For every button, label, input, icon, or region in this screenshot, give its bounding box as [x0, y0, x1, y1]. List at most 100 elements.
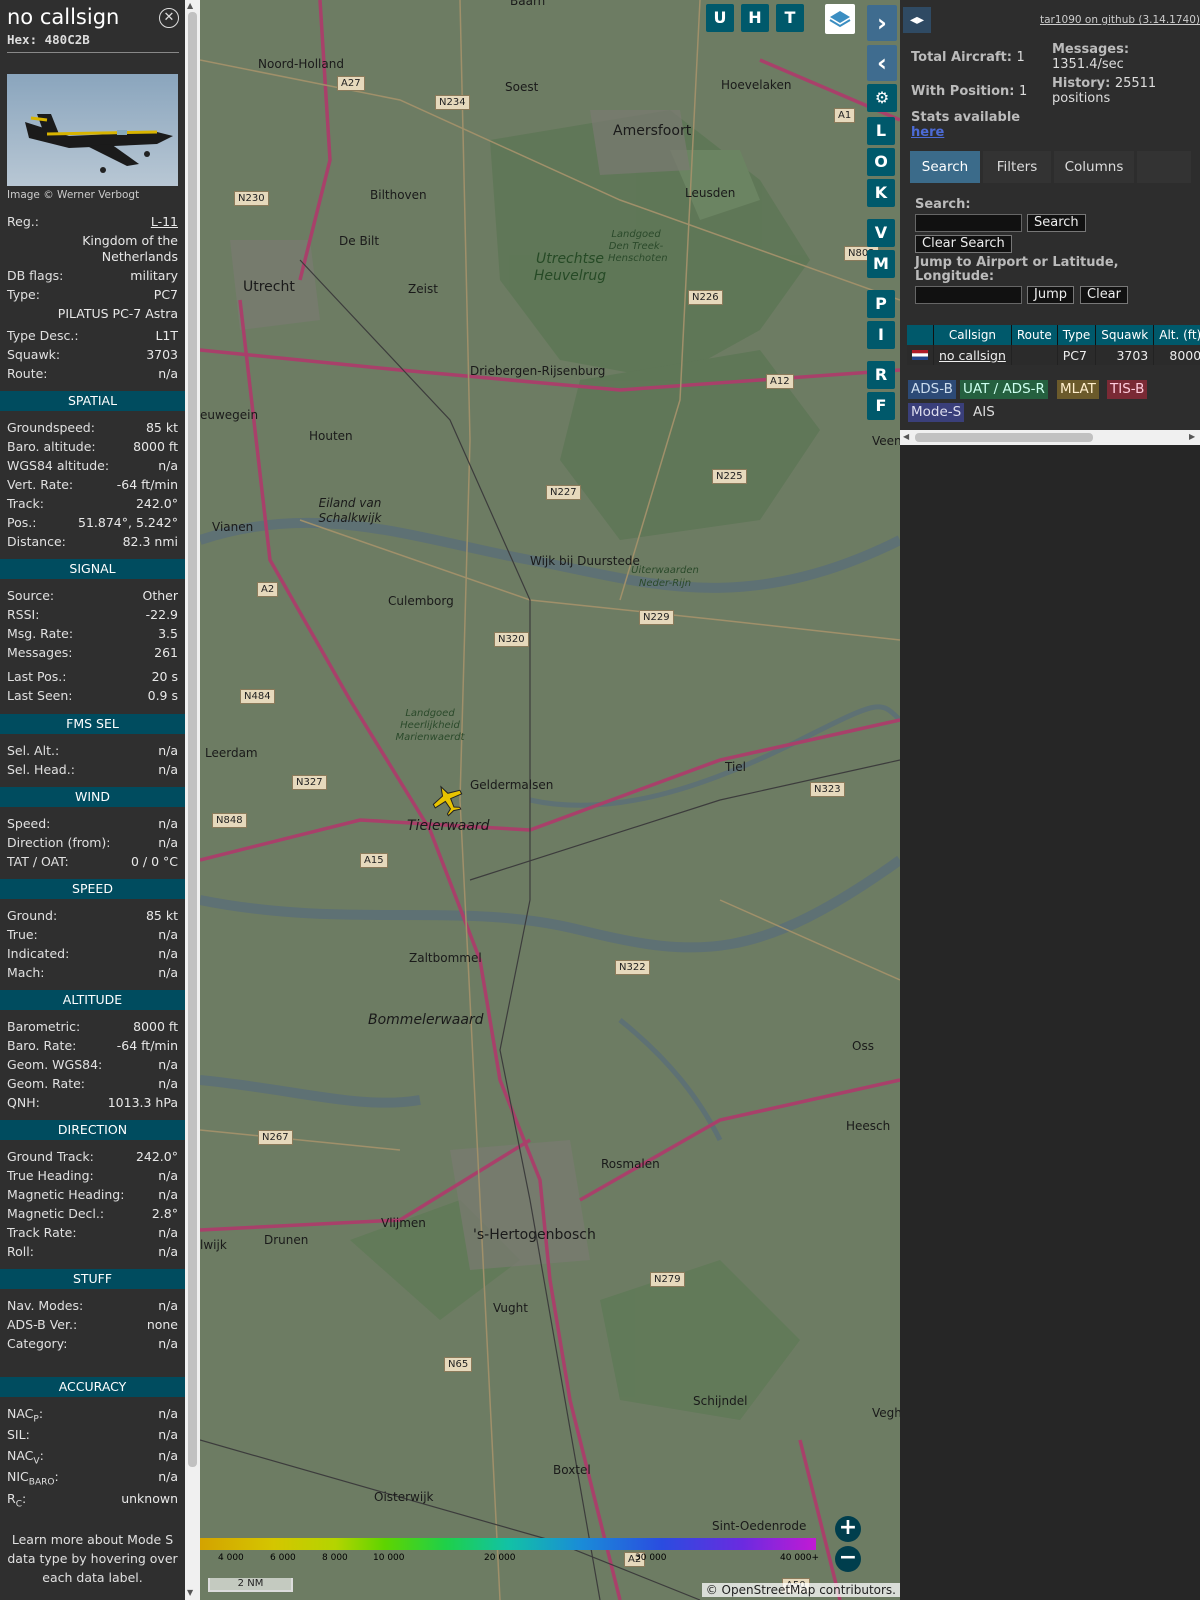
expand-collapse-icon[interactable]: ◂▸: [903, 7, 931, 33]
field-value: n/a: [158, 965, 178, 980]
zoom-in-icon[interactable]: +: [835, 1516, 861, 1542]
field-value: n/a: [158, 946, 178, 961]
field-value: n/a: [158, 1406, 178, 1421]
road-shield: N323: [810, 782, 845, 797]
altitude-color-legend: [200, 1538, 816, 1550]
road-shield: N227: [546, 485, 581, 500]
zoom-out-icon[interactable]: −: [835, 1546, 861, 1572]
map-button-k[interactable]: K: [867, 179, 895, 207]
map-place-label: Noord-Holland: [258, 57, 344, 71]
total-aircraft-stat: Total Aircraft: 1: [911, 50, 1025, 65]
map-place-label: Zeist: [408, 282, 438, 296]
map-button-r[interactable]: R: [867, 361, 895, 389]
table-horizontal-scrollbar[interactable]: ◀ ▶: [900, 430, 1200, 445]
field-qnh: QNH: 1013.3 hPa: [7, 1095, 178, 1113]
map-button-l[interactable]: L: [867, 117, 895, 145]
stat-label: With Position:: [911, 84, 1015, 99]
map-button-i[interactable]: I: [867, 321, 895, 349]
map-place-label: Soest: [505, 80, 539, 94]
map-view[interactable]: Baarn Noord-Holland Soest Amersfoort Hoe…: [200, 0, 900, 1600]
aircraft-callsign-link[interactable]: no callsign: [933, 345, 1012, 365]
field-label: True Heading:: [7, 1168, 94, 1183]
with-position-stat: With Position: 1: [911, 84, 1027, 99]
map-button-m[interactable]: M: [867, 250, 895, 278]
road-shield: N320: [494, 632, 529, 647]
field-alt-geom-wgs84: Geom. WGS84: n/a: [7, 1057, 178, 1075]
field-value: 242.0°: [135, 1149, 178, 1164]
field-label: QNH:: [7, 1095, 40, 1110]
github-link[interactable]: tar1090 on github (3.14.1740): [1040, 14, 1200, 26]
scroll-down-icon[interactable]: ▼: [187, 1588, 193, 1597]
map-button-h[interactable]: H: [741, 4, 769, 32]
column-header[interactable]: Route: [1011, 325, 1058, 345]
search-button[interactable]: Search: [1027, 214, 1086, 232]
field-nacv: NACV: n/a: [7, 1448, 178, 1467]
field-label: NICBARO:: [7, 1469, 59, 1488]
column-header[interactable]: Type: [1057, 325, 1097, 345]
osm-link[interactable]: OpenStreetMap: [722, 1583, 816, 1597]
aircraft-icon: [432, 785, 463, 817]
tab-search[interactable]: Search: [910, 151, 980, 183]
layers-icon[interactable]: [825, 4, 855, 34]
road-shield: N234: [435, 95, 470, 110]
jump-input[interactable]: [915, 286, 1022, 304]
legend-tick: 4 000: [218, 1553, 244, 1563]
details-scrollbar[interactable]: ▲ ▼: [185, 0, 200, 1600]
registration-link[interactable]: L-11: [151, 214, 178, 232]
scrollbar-thumb[interactable]: [915, 433, 1093, 442]
field-ground-track: Ground Track: 242.0°: [7, 1149, 178, 1167]
map-place-label: Drunen: [264, 1233, 309, 1247]
search-label: Search:: [915, 197, 971, 212]
column-header[interactable]: Alt. (ft): [1153, 325, 1200, 345]
clear-search-button[interactable]: Clear Search: [915, 235, 1012, 253]
field-value: 242.0°: [135, 496, 178, 511]
field-label: Baro. Rate:: [7, 1038, 77, 1053]
field-adsb-version: ADS-B Ver.: none: [7, 1317, 178, 1335]
field-roll: Roll: n/a: [7, 1244, 178, 1262]
map-button-v[interactable]: V: [867, 219, 895, 247]
table-row[interactable]: no callsign PC7 3703 8000: [907, 345, 1200, 365]
table-cell: PC7: [1057, 345, 1097, 365]
close-icon[interactable]: ✕: [159, 8, 179, 28]
map-place-label: Boxtel: [553, 1463, 591, 1477]
field-label: True:: [7, 927, 38, 942]
field-speed-mach: Mach: n/a: [7, 965, 178, 983]
field-value: n/a: [158, 927, 178, 942]
field-label: Ground:: [7, 908, 58, 923]
field-value: n/a: [158, 1076, 178, 1091]
field-rc: RC: unknown: [7, 1491, 178, 1510]
column-header[interactable]: Callsign: [933, 325, 1012, 345]
section-header-spatial: SPATIAL: [0, 391, 185, 411]
gear-icon[interactable]: ⚙: [867, 84, 897, 112]
scroll-left-icon[interactable]: ◀: [903, 432, 909, 441]
field-value: 85 kt: [145, 908, 178, 923]
field-alt-geom-rate: Geom. Rate: n/a: [7, 1076, 178, 1094]
scrollbar-thumb[interactable]: [188, 12, 197, 1467]
section-header-speed: SPEED: [0, 879, 185, 899]
map-button-p[interactable]: P: [867, 290, 895, 318]
chevron-right-icon[interactable]: ›: [867, 5, 897, 41]
map-place-label: Leerdam: [205, 746, 258, 760]
tab-columns[interactable]: Columns: [1054, 151, 1134, 183]
field-value: PC7: [153, 287, 178, 302]
chevron-left-icon[interactable]: ‹: [867, 45, 897, 81]
map-button-t[interactable]: T: [776, 4, 804, 32]
column-header[interactable]: Squawk: [1095, 325, 1155, 345]
scroll-right-icon[interactable]: ▶: [1189, 432, 1195, 441]
field-label: RSSI:: [7, 607, 40, 622]
map-button-f[interactable]: F: [867, 392, 895, 420]
legend-tick: 6 000: [270, 1553, 296, 1563]
field-label: NACP:: [7, 1406, 44, 1425]
search-input[interactable]: [915, 214, 1022, 232]
map-button-o[interactable]: O: [867, 148, 895, 176]
stats-link[interactable]: here: [911, 125, 944, 140]
field-category: Category: n/a: [7, 1336, 178, 1354]
road-shield: A27: [337, 76, 365, 91]
aircraft-photo[interactable]: [7, 74, 178, 186]
clear-button[interactable]: Clear: [1080, 286, 1128, 304]
jump-button[interactable]: Jump: [1027, 286, 1074, 304]
map-button-u[interactable]: U: [706, 4, 734, 32]
map-place-label: Oisterwijk: [374, 1490, 434, 1504]
scroll-up-icon[interactable]: ▲: [187, 1, 193, 10]
tab-filters[interactable]: Filters: [983, 151, 1051, 183]
